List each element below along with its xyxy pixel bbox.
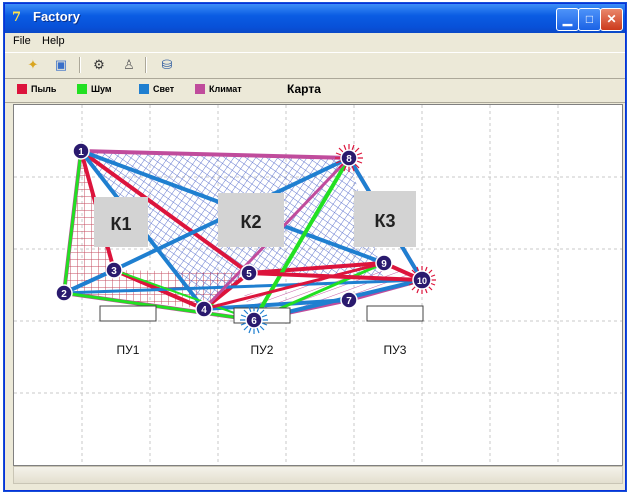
panel-pu2-label: ПУ2 <box>251 343 274 357</box>
status-bar <box>13 466 623 484</box>
maximize-button[interactable]: □ <box>578 8 601 31</box>
title-bar[interactable]: 7 Factory ▁ □ ✕ <box>5 4 625 33</box>
node-6[interactable]: 6 <box>245 311 263 329</box>
menu-help[interactable]: Help <box>42 35 65 47</box>
node-2[interactable]: 2 <box>55 284 73 302</box>
legend-label-light: Свет <box>153 84 175 94</box>
legend-label-noise: Шум <box>91 84 112 94</box>
panel-pu1[interactable] <box>99 305 157 322</box>
node-8[interactable]: 8 <box>340 149 358 167</box>
node-8-label: 8 <box>346 154 352 165</box>
legend-swatch-dust <box>17 84 27 94</box>
node-1[interactable]: 1 <box>72 142 90 160</box>
menu-file[interactable]: File <box>13 35 31 47</box>
zones: К1 К2 К3 <box>94 191 416 247</box>
panel-pu1-label: ПУ1 <box>117 343 140 357</box>
export-icon[interactable]: ⛁ <box>157 56 177 74</box>
toolbar: ✦ ▣ ⚙ ♙ ⛁ <box>5 52 625 79</box>
node-1-label: 1 <box>78 147 84 158</box>
toolbar-separator <box>145 57 147 73</box>
toolbar-separator <box>79 57 81 73</box>
node-9[interactable]: 9 <box>375 254 393 272</box>
node-3-label: 3 <box>111 266 117 277</box>
node-4-label: 4 <box>201 305 207 316</box>
legend-swatch-climate <box>195 84 205 94</box>
app-window: 7 Factory ▁ □ ✕ File Help ✦ ▣ ⚙ ♙ ⛁ Пыль… <box>4 3 626 491</box>
menu-bar: File Help <box>5 33 625 51</box>
panels: ПУ1 ПУ2 ПУ3 <box>99 305 424 357</box>
node-9-label: 9 <box>381 259 387 270</box>
app-icon: 7 <box>12 10 22 25</box>
node-2-label: 2 <box>61 289 67 300</box>
node-10-label: 10 <box>417 276 427 286</box>
node-10[interactable]: 10 <box>412 270 432 290</box>
node-5-label: 5 <box>246 269 252 280</box>
zone-k1-label: К1 <box>111 214 132 234</box>
minimize-button[interactable]: ▁ <box>556 8 579 31</box>
node-5[interactable]: 5 <box>240 264 258 282</box>
legend-label-climate: Климат <box>209 84 242 94</box>
node-7[interactable]: 7 <box>340 291 358 309</box>
settings-icon[interactable]: ⚙ <box>89 56 109 74</box>
legend-bar: Пыль Шум Свет Климат Карта <box>5 78 625 103</box>
zone-k3-label: К3 <box>375 211 396 231</box>
new-icon[interactable]: ✦ <box>23 56 43 74</box>
zone-k2-label: К2 <box>241 212 262 232</box>
node-3[interactable]: 3 <box>105 261 123 279</box>
map-canvas[interactable]: К1 К2 К3 ПУ1 ПУ2 ПУ3 1 2 3 4 5 6 7 8 9 1… <box>13 104 623 466</box>
map-title: Карта <box>287 82 321 96</box>
person-icon[interactable]: ♙ <box>119 56 139 74</box>
legend-swatch-noise <box>77 84 87 94</box>
window-title: Factory <box>33 9 80 24</box>
legend-label-dust: Пыль <box>31 84 57 94</box>
close-button[interactable]: ✕ <box>600 8 623 31</box>
open-icon[interactable]: ▣ <box>51 56 71 74</box>
node-4[interactable]: 4 <box>195 300 213 318</box>
legend-swatch-light <box>139 84 149 94</box>
node-7-label: 7 <box>346 296 352 307</box>
panel-pu3-label: ПУ3 <box>384 343 407 357</box>
map-svg: К1 К2 К3 ПУ1 ПУ2 ПУ3 1 2 3 4 5 6 7 8 9 1… <box>14 105 622 465</box>
node-6-label: 6 <box>251 316 257 327</box>
panel-pu3[interactable] <box>366 305 424 322</box>
